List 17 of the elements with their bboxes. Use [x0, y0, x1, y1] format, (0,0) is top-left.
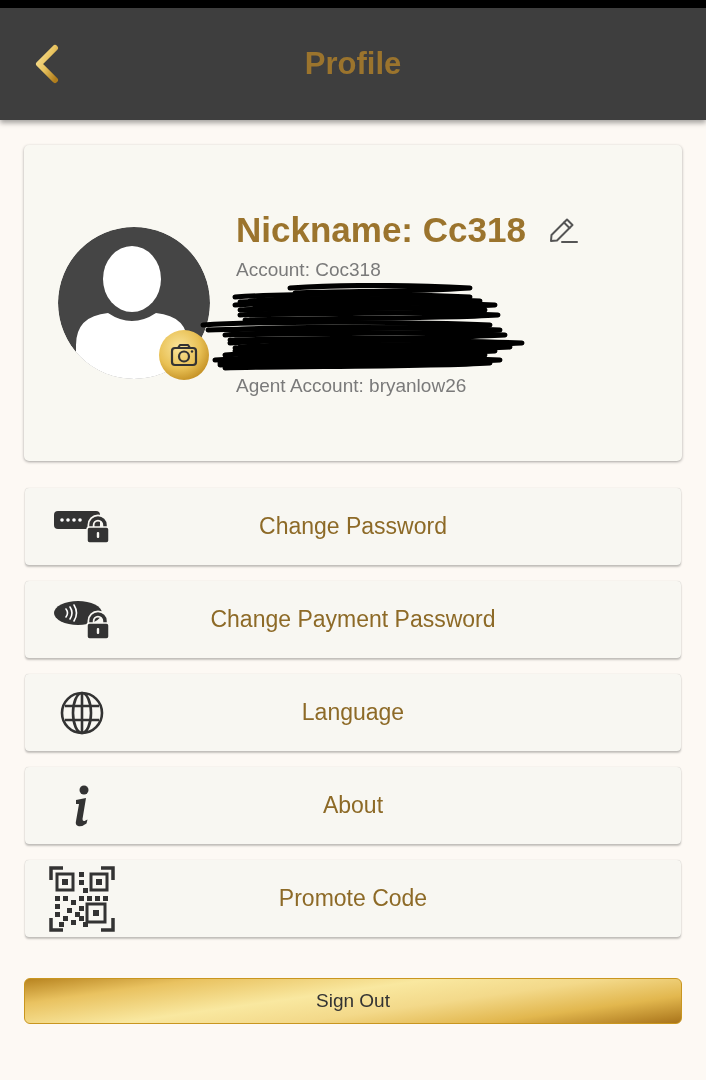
back-icon[interactable]	[34, 44, 60, 84]
agent-account-text: Agent Account: bryanlow26	[236, 374, 468, 398]
page-title: Profile	[304, 45, 402, 83]
sign-out-button[interactable]: Sign Out	[24, 978, 682, 1024]
menu-item[interactable]: Change Password	[25, 488, 681, 565]
menu-item[interactable]: Change Payment Password	[25, 581, 681, 658]
camera-icon[interactable]	[159, 330, 209, 380]
pencil-icon[interactable]	[547, 216, 578, 244]
menu-item[interactable]: About	[25, 767, 681, 844]
nickname-text: Nickname: Cc318	[236, 209, 526, 251]
menu-item[interactable]: Promote Code	[25, 860, 681, 937]
account-text: Account: Coc318	[236, 258, 382, 282]
qr-code-icon	[49, 865, 115, 932]
contactless-lock-icon	[54, 599, 110, 640]
menu-item[interactable]: Language	[25, 674, 681, 751]
globe-icon	[60, 690, 104, 735]
password-lock-icon	[54, 509, 110, 544]
